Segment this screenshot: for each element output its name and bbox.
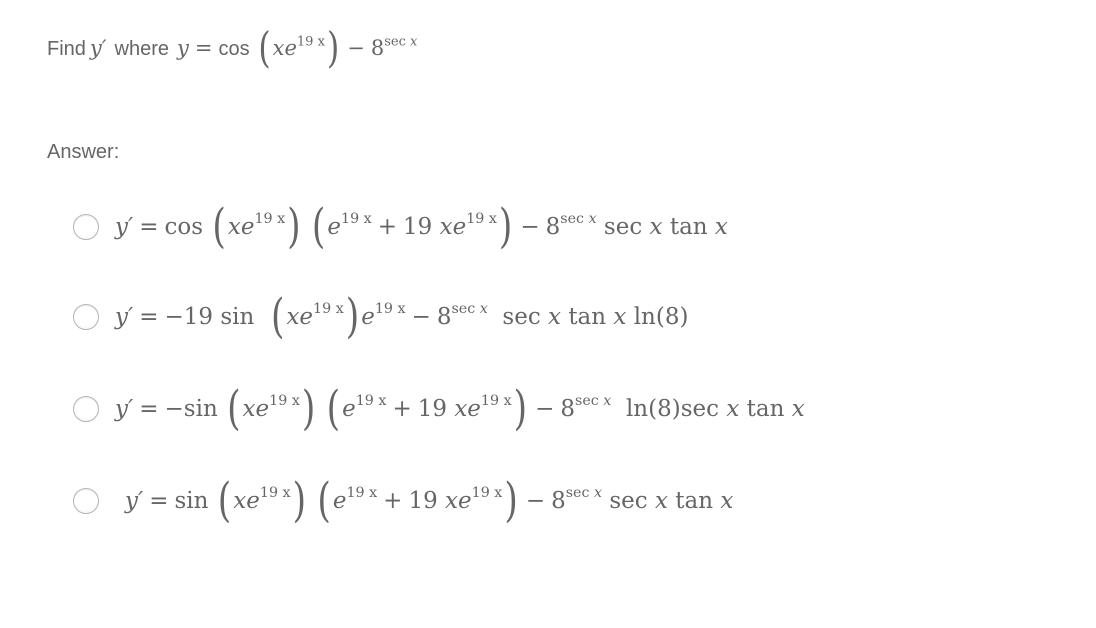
answer-option[interactable]: y′ = cos (xe19 x) (e19 x +19 xe19 x) −8sec x… [73,199,728,254]
option-radio[interactable] [73,304,99,331]
question-target: y′ [89,36,107,61]
option-formula: y′ = −19 sin (xe19 x)e19 x −8sec x sec x ta… [115,289,689,344]
answer-option[interactable]: y′ = sin (xe19 x) (e19 x +19 xe19 x) −8sec x… [73,473,734,528]
option-formula: y′ = cos (xe19 x) (e19 x +19 xe19 x) −8sec x… [115,199,728,254]
answer-option[interactable]: y′ = −19 sin (xe19 x)e19 x −8sec x sec x ta… [73,289,689,344]
answer-label: Answer: [47,141,120,163]
option-radio[interactable] [73,488,99,515]
option-formula: y′ = sin (xe19 x) (e19 x +19 xe19 x) −8sec x… [125,473,734,528]
option-radio[interactable] [73,214,99,241]
question-expression: y = cos (xe19 x) −8sec x [177,24,418,74]
answer-option[interactable]: y′ = −sin (xe19 x) (e19 x +19 xe19 x) −8sec … [73,381,805,436]
question-prompt: Find y′ where y = cos (xe19 x) −8sec x [47,24,418,74]
question-where: where [114,38,170,61]
option-radio[interactable] [73,396,99,423]
option-formula: y′ = −sin (xe19 x) (e19 x +19 xe19 x) −8sec … [115,381,805,436]
question-prefix: Find [47,38,86,61]
